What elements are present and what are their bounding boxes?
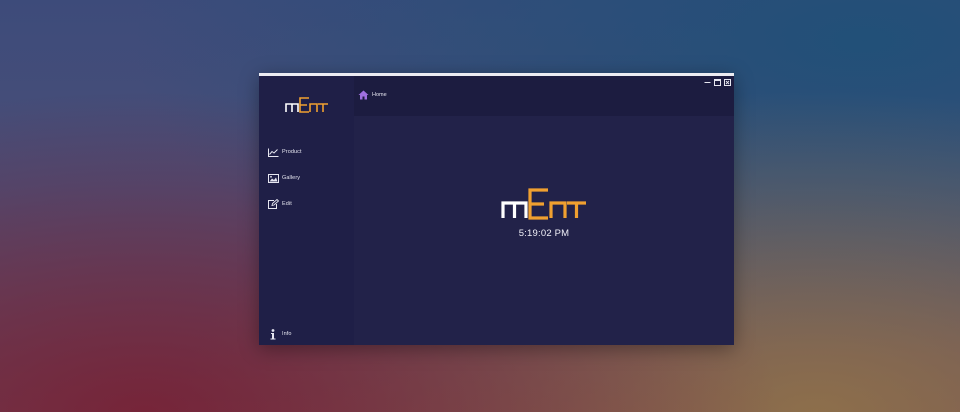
sidebar-item-label: Product bbox=[282, 149, 302, 155]
sidebar-item-product[interactable]: Product bbox=[267, 144, 347, 160]
main-content: 5:19:02 PM bbox=[354, 116, 734, 345]
center-logo bbox=[501, 188, 586, 220]
header-bar: Home bbox=[354, 76, 734, 116]
close-icon[interactable] bbox=[723, 78, 731, 86]
sidebar-item-label: Gallery bbox=[282, 175, 301, 181]
clock-display: 5:19:02 PM bbox=[518, 228, 570, 239]
line-chart-icon bbox=[267, 147, 279, 157]
sidebar-item-label: Edit bbox=[282, 201, 292, 207]
info-icon bbox=[267, 328, 279, 339]
window-controls bbox=[703, 78, 731, 86]
sidebar-logo bbox=[285, 97, 328, 113]
image-icon bbox=[267, 173, 279, 183]
app-window: Product Gallery Edit Info Home 5:19:02 P… bbox=[259, 73, 734, 345]
home-icon bbox=[358, 90, 369, 100]
minimize-icon[interactable] bbox=[703, 78, 711, 86]
maximize-icon[interactable] bbox=[713, 78, 721, 86]
edit-icon bbox=[267, 199, 279, 209]
sidebar-item-info[interactable]: Info bbox=[267, 326, 347, 342]
sidebar-item-label: Info bbox=[282, 331, 292, 337]
desktop-background: Product Gallery Edit Info Home 5:19:02 P… bbox=[0, 0, 960, 412]
home-button[interactable]: Home bbox=[358, 90, 387, 100]
sidebar-item-gallery[interactable]: Gallery bbox=[267, 170, 347, 186]
home-label: Home bbox=[372, 92, 387, 98]
sidebar: Product Gallery Edit Info bbox=[259, 76, 354, 345]
sidebar-item-edit[interactable]: Edit bbox=[267, 196, 347, 212]
